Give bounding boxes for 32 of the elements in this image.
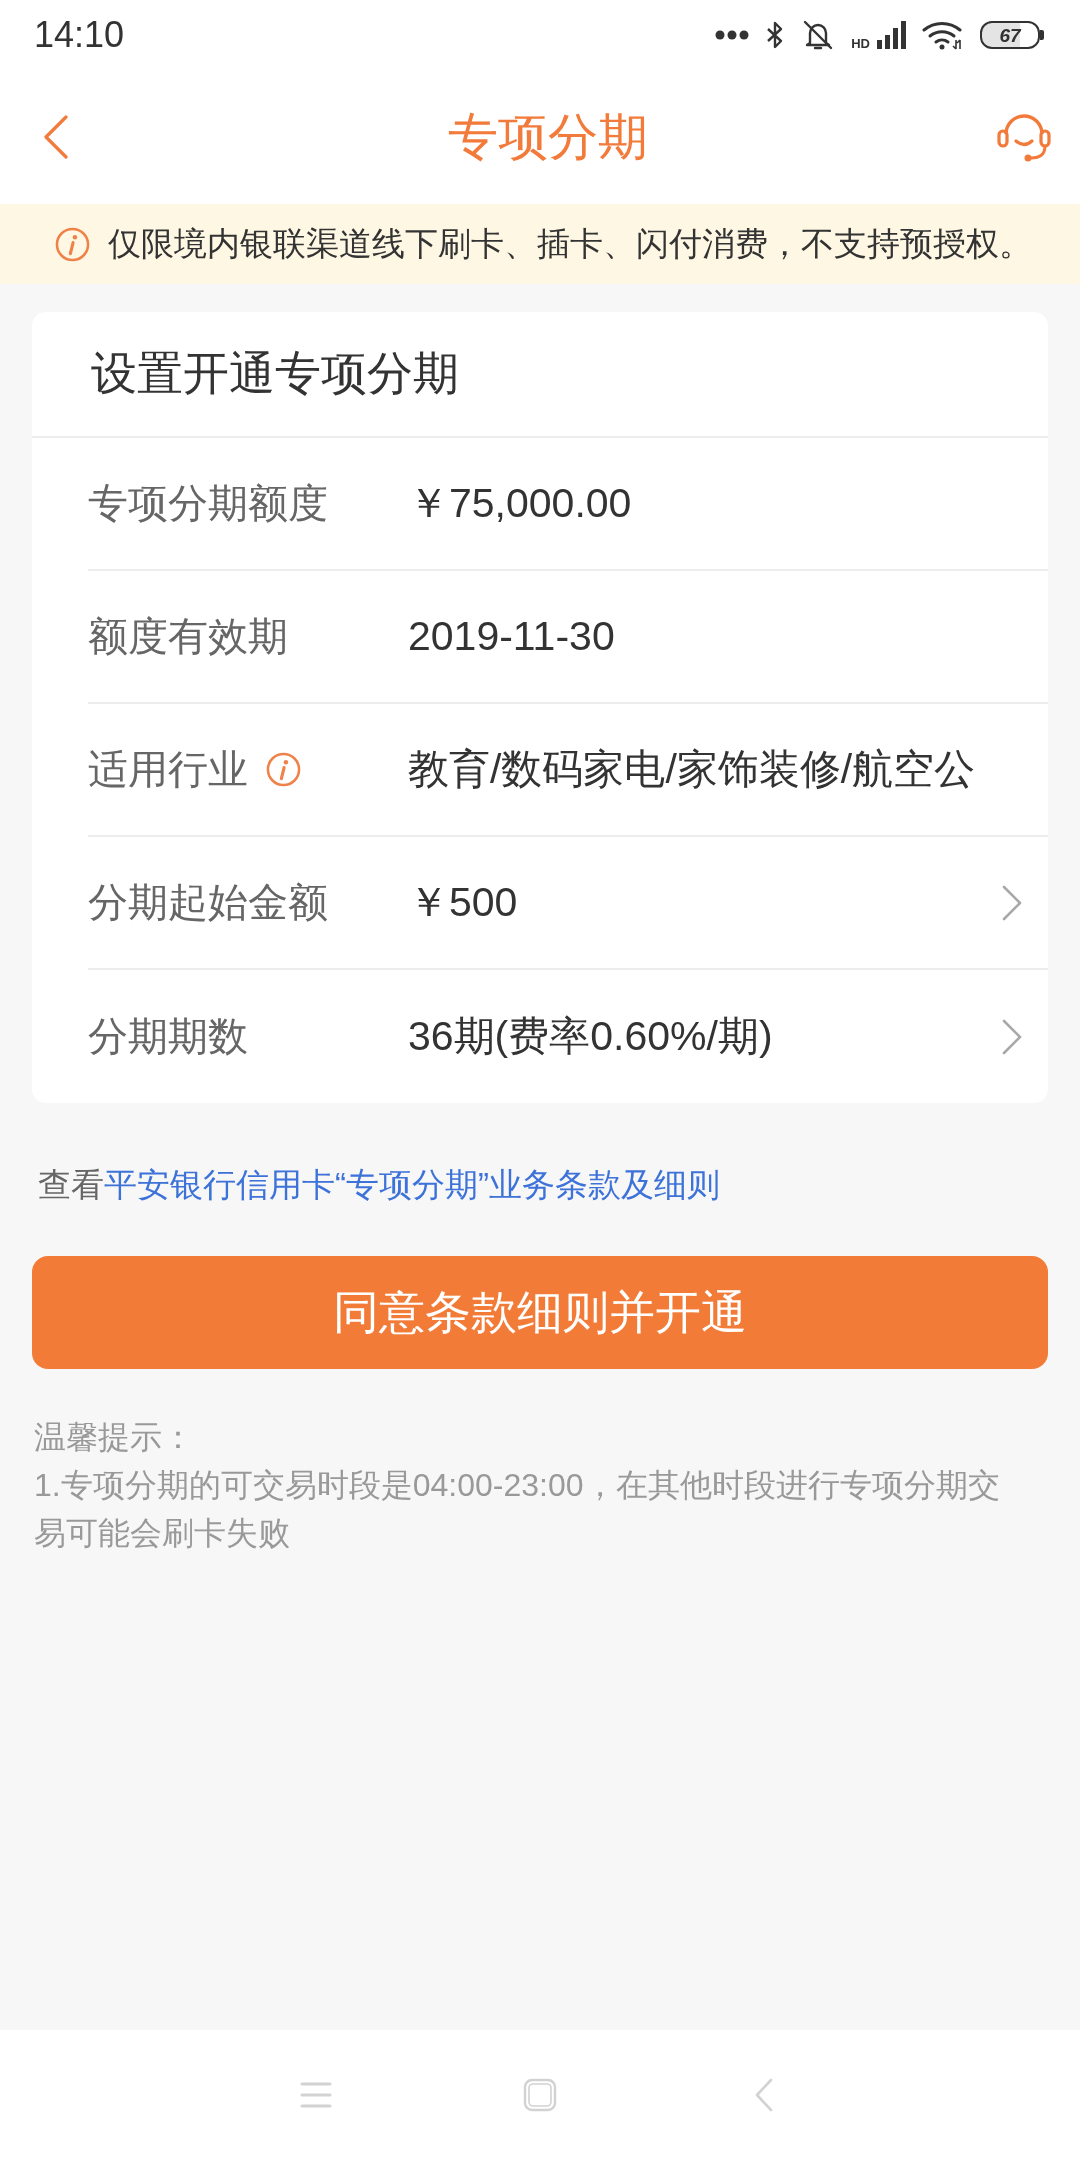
headset-icon[interactable] — [996, 111, 1052, 163]
page-title: 专项分期 — [447, 108, 648, 167]
signal-icon — [876, 21, 906, 49]
card-title: 设置开通专项分期 — [91, 346, 459, 401]
row-value: 36期(费率0.60%/期) — [408, 1012, 773, 1061]
row-value: 教育/数码家电/家饰装修/航空公 — [408, 745, 976, 794]
row-value: 2019-11-30 — [408, 613, 615, 660]
row-label: 适用行业 — [88, 746, 248, 793]
row-label: 分期起始金额 — [88, 879, 328, 926]
back-icon[interactable] — [43, 115, 69, 159]
terms-link[interactable]: 平安银行信用卡“专项分期”业务条款及细则 — [104, 1166, 720, 1203]
row-label: 额度有效期 — [88, 613, 288, 660]
row-label: 专项分期额度 — [88, 480, 328, 527]
row-label: 分期期数 — [88, 1013, 248, 1060]
more-dots-icon — [715, 30, 750, 40]
chevron-right-icon[interactable] — [1001, 883, 1023, 922]
row-value: ￥75,000.00 — [408, 479, 632, 528]
chevron-right-icon[interactable] — [1001, 1017, 1023, 1056]
info-icon — [55, 226, 90, 262]
back-icon[interactable] — [754, 2078, 774, 2112]
terms-text: 查看平安银行信用卡“专项分期”业务条款及细则 — [38, 1165, 720, 1205]
row-value: ￥500 — [408, 878, 518, 927]
agree-button[interactable]: 同意条款细则并开通 — [32, 1256, 1048, 1369]
network-type-label: HD — [851, 37, 870, 50]
menu-icon[interactable] — [300, 2081, 332, 2109]
wifi-icon — [922, 20, 964, 50]
notice-text: 仅限境内银联渠道线下刷卡、插卡、闪付消费，不支持预授权。 — [108, 223, 1032, 264]
status-time: 14:10 — [34, 17, 125, 53]
home-icon[interactable] — [523, 2078, 557, 2112]
battery-indicator: 67 — [980, 21, 1044, 49]
tip-text: 1.专项分期的可交易时段是04:00-23:00，在其他时段进行专项分期交易可能会刷卡失败 — [34, 1466, 1001, 1553]
tips-title: 温馨提示： — [34, 1418, 194, 1457]
